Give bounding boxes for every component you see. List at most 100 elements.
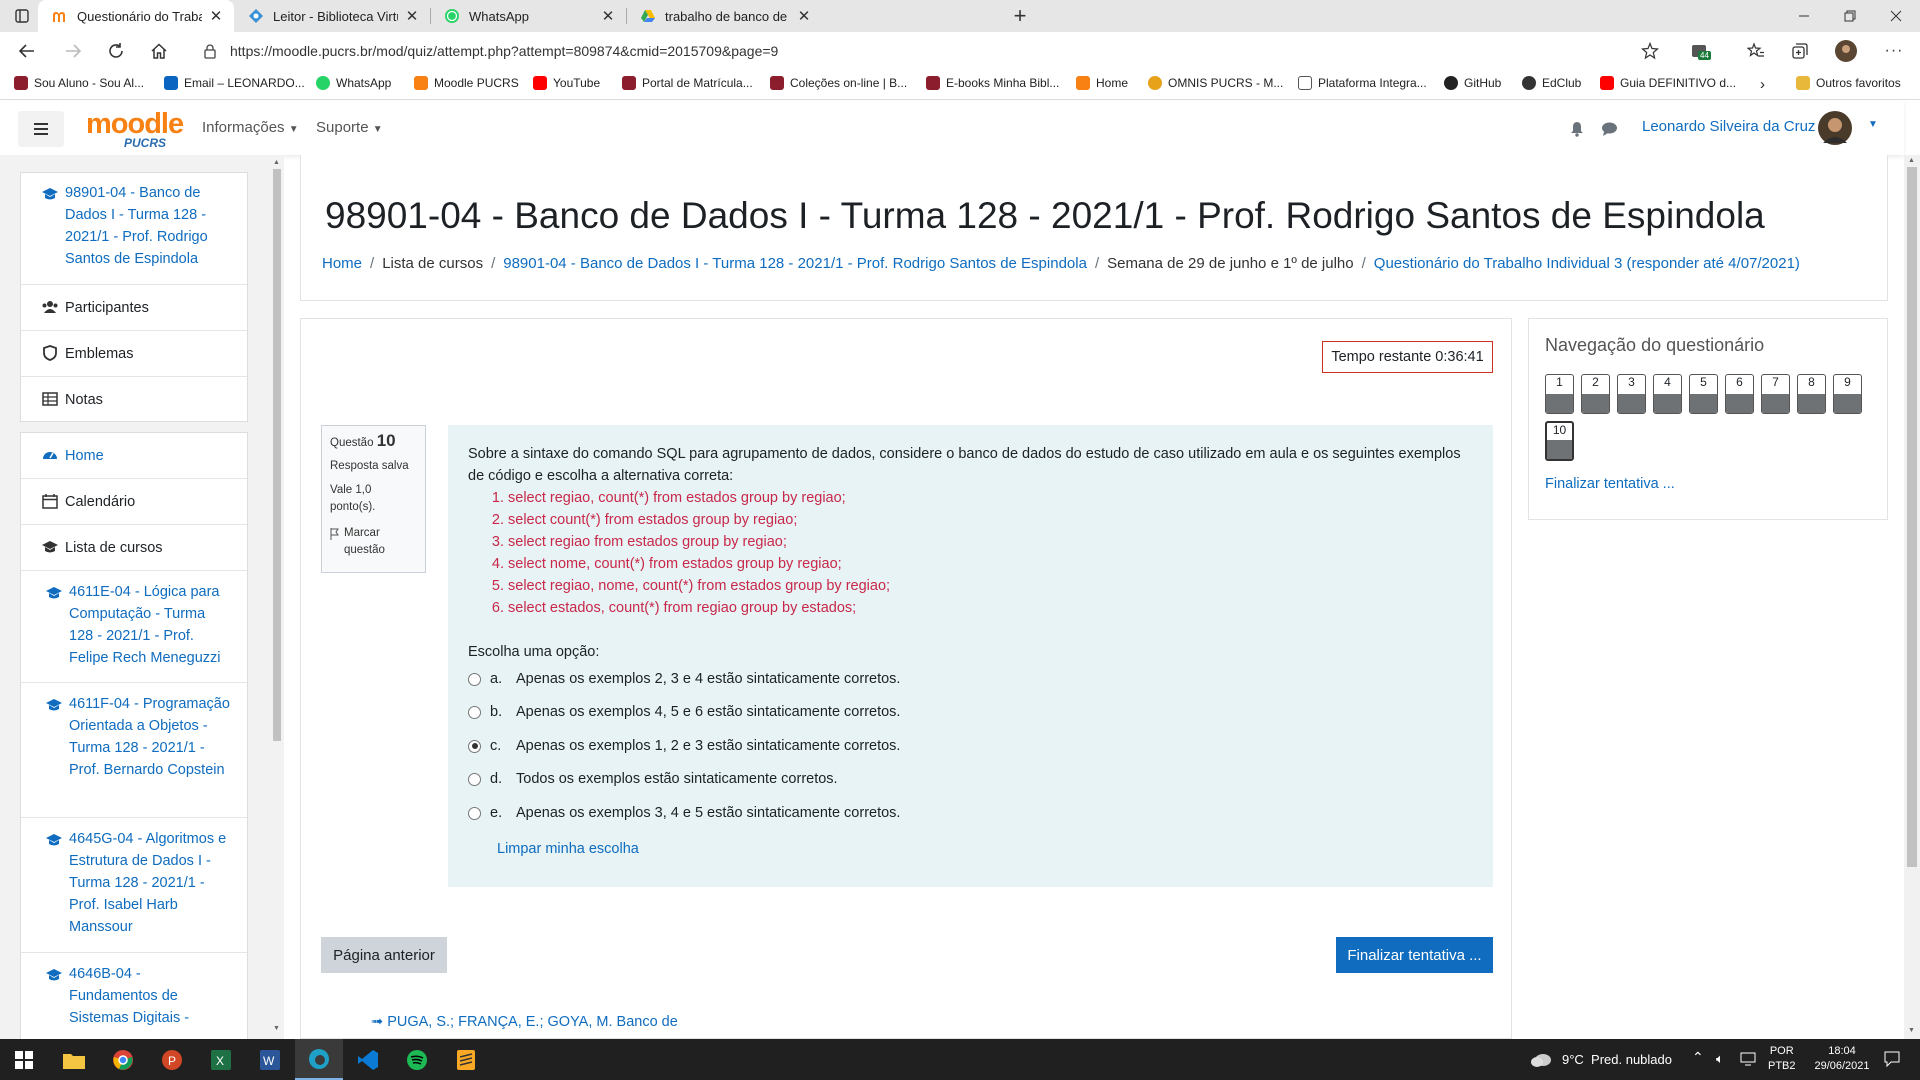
quiz-nav-button-8[interactable]: 8: [1797, 374, 1826, 414]
refresh-icon[interactable]: [104, 39, 128, 63]
weather-text[interactable]: 9°C Pred. nublado: [1562, 1052, 1672, 1067]
drawer-toggle-button[interactable]: [18, 111, 64, 147]
bookmark-item[interactable]: YouTube: [533, 76, 600, 90]
extension-icon[interactable]: 44: [1688, 39, 1712, 63]
menu-suporte[interactable]: Suporte ▼: [316, 119, 383, 136]
tab-whatsapp[interactable]: WhatsApp ✕: [430, 0, 626, 32]
file-explorer-icon[interactable]: [50, 1039, 98, 1080]
drawer-participantes[interactable]: Participantes: [21, 285, 247, 331]
bookmark-item[interactable]: Coleções on-line | B...: [770, 76, 907, 90]
breadcrumb-quiz[interactable]: Questionário do Trabalho Individual 3 (r…: [1374, 255, 1800, 272]
radio-button-selected[interactable]: [468, 739, 481, 753]
moodle-logo[interactable]: moodle PUCRS: [86, 108, 184, 150]
drawer-home[interactable]: Home: [21, 433, 247, 479]
minimize-window-icon[interactable]: [1792, 4, 1816, 28]
network-icon[interactable]: [1740, 1052, 1756, 1066]
keyboard-language[interactable]: POR PTB2: [1768, 1044, 1796, 1074]
bookmark-item[interactable]: GitHub: [1444, 76, 1501, 90]
back-arrow-icon[interactable]: [15, 39, 39, 63]
tab-google-drive[interactable]: trabalho de banco de dados - Go ✕: [626, 0, 822, 32]
bookmark-item[interactable]: OMNIS PUCRS - M...: [1148, 76, 1283, 90]
menu-informacoes[interactable]: Informações ▼: [202, 119, 299, 136]
previous-page-button[interactable]: Página anterior: [321, 937, 447, 973]
radio-button[interactable]: [468, 705, 481, 719]
messages-chat-icon[interactable]: [1601, 121, 1618, 137]
bookmark-item[interactable]: E-books Minha Bibl...: [926, 76, 1059, 90]
bookmark-item[interactable]: Home: [1076, 76, 1128, 90]
tab-quiz[interactable]: Questionário do Trabalho Individ ✕: [38, 0, 234, 32]
answer-option-a[interactable]: a. Apenas os exemplos 2, 3 e 4 estão sint…: [468, 668, 900, 690]
notifications-icon[interactable]: [1884, 1051, 1900, 1067]
vscode-icon[interactable]: [344, 1039, 392, 1080]
spotify-icon[interactable]: [393, 1039, 441, 1080]
radio-button[interactable]: [468, 772, 481, 786]
bookmark-item[interactable]: Portal de Matrícula...: [622, 76, 753, 90]
drawer-course-item[interactable]: 4611F-04 - Programação Orientada a Objet…: [21, 683, 247, 818]
tab-biblioteca[interactable]: Leitor - Biblioteca Virtual Univers ✕: [234, 0, 430, 32]
finish-attempt-button[interactable]: Finalizar tentativa ...: [1336, 937, 1493, 973]
restore-window-icon[interactable]: [1838, 4, 1862, 28]
close-tab-icon[interactable]: ✕: [796, 7, 812, 25]
drawer-course-item[interactable]: 4646B-04 - Fundamentos de Sistemas Digit…: [21, 953, 247, 1039]
close-tab-icon[interactable]: ✕: [404, 7, 420, 25]
quiz-nav-finish-link[interactable]: Finalizar tentativa ...: [1545, 476, 1675, 492]
quiz-nav-button-1[interactable]: 1: [1545, 374, 1574, 414]
quiz-nav-button-10-current[interactable]: 10: [1545, 421, 1574, 461]
chevron-up-icon[interactable]: ⌃: [1692, 1049, 1704, 1066]
quiz-nav-button-2[interactable]: 2: [1581, 374, 1610, 414]
bookmark-item[interactable]: EdClub: [1522, 76, 1581, 90]
user-name[interactable]: Leonardo Silveira da Cruz: [1642, 118, 1815, 135]
speaker-icon[interactable]: 🔈︎: [1716, 1051, 1724, 1067]
quiz-nav-button-4[interactable]: 4: [1653, 374, 1682, 414]
bookmark-item[interactable]: Moodle PUCRS: [414, 76, 519, 90]
chrome-icon[interactable]: [99, 1039, 147, 1080]
browser-menu-icon[interactable]: ···: [1882, 39, 1906, 63]
drawer-course-item[interactable]: 4645G-04 - Algoritmos e Estrutura de Dad…: [21, 818, 247, 953]
word-icon[interactable]: W: [246, 1039, 294, 1080]
drawer-course-item[interactable]: 4611E-04 - Lógica para Computação - Turm…: [21, 571, 247, 683]
new-tab-button[interactable]: +: [1008, 3, 1032, 28]
close-window-icon[interactable]: [1884, 4, 1908, 28]
quiz-nav-button-3[interactable]: 3: [1617, 374, 1646, 414]
notifications-bell-icon[interactable]: [1570, 121, 1584, 137]
add-favorite-icon[interactable]: [1638, 39, 1662, 63]
bookmark-item[interactable]: Guia DEFINITIVO d...: [1600, 76, 1736, 90]
drawer-lista-cursos[interactable]: Lista de cursos: [21, 525, 247, 571]
answer-option-d[interactable]: d. Todos os exemplos estão sintaticamente…: [468, 768, 838, 790]
flag-question-button[interactable]: Marcar questão: [330, 525, 417, 559]
breadcrumb-home[interactable]: Home: [322, 255, 362, 272]
answer-option-b[interactable]: b. Apenas os exemplos 4, 5 e 6 estão sint…: [468, 701, 900, 723]
bookmark-item[interactable]: Email – LEONARDO...: [164, 76, 305, 90]
user-menu-caret-icon[interactable]: ▼: [1868, 119, 1878, 130]
close-tab-icon[interactable]: ✕: [208, 7, 224, 25]
clear-choice-link[interactable]: Limpar minha escolha: [497, 838, 639, 860]
reference-link[interactable]: ➟ PUGA, S.; FRANÇA, E.; GOYA, M. Banco d…: [371, 1014, 678, 1030]
bookmark-folder[interactable]: Outros favoritos: [1796, 76, 1901, 90]
powerpoint-icon[interactable]: P: [148, 1039, 196, 1080]
clock[interactable]: 18:04 29/06/2021: [1812, 1044, 1872, 1074]
quiz-nav-button-6[interactable]: 6: [1725, 374, 1754, 414]
drawer-calendario[interactable]: Calendário: [21, 479, 247, 525]
edge-icon[interactable]: [295, 1039, 343, 1080]
forward-arrow-icon[interactable]: [61, 39, 85, 63]
windows-start-icon[interactable]: [0, 1039, 48, 1080]
profile-avatar[interactable]: [1834, 39, 1858, 63]
drawer-emblemas[interactable]: Emblemas: [21, 331, 247, 377]
tab-actions-icon[interactable]: [10, 4, 34, 28]
sublime-text-icon[interactable]: [442, 1039, 490, 1080]
bookmark-item[interactable]: WhatsApp: [316, 76, 391, 90]
lock-icon[interactable]: [202, 43, 218, 59]
more-bookmarks-icon[interactable]: ›: [1760, 76, 1765, 93]
home-icon[interactable]: [147, 39, 171, 63]
excel-icon[interactable]: X: [197, 1039, 245, 1080]
answer-option-e[interactable]: e. Apenas os exemplos 3, 4 e 5 estão sint…: [468, 802, 900, 824]
drawer-current-course[interactable]: 98901-04 - Banco de Dados I - Turma 128 …: [21, 173, 247, 285]
quiz-nav-button-5[interactable]: 5: [1689, 374, 1718, 414]
breadcrumb-course[interactable]: 98901-04 - Banco de Dados I - Turma 128 …: [503, 255, 1087, 272]
bookmark-item[interactable]: Plataforma Integra...: [1298, 76, 1427, 90]
answer-option-c[interactable]: c. Apenas os exemplos 1, 2 e 3 estão sint…: [468, 735, 900, 757]
page-scrollbar[interactable]: ▲ ▼: [1904, 155, 1920, 1039]
drawer-notas[interactable]: Notas: [21, 377, 247, 423]
quiz-nav-button-7[interactable]: 7: [1761, 374, 1790, 414]
bookmark-item[interactable]: Sou Aluno - Sou Al...: [14, 76, 144, 90]
